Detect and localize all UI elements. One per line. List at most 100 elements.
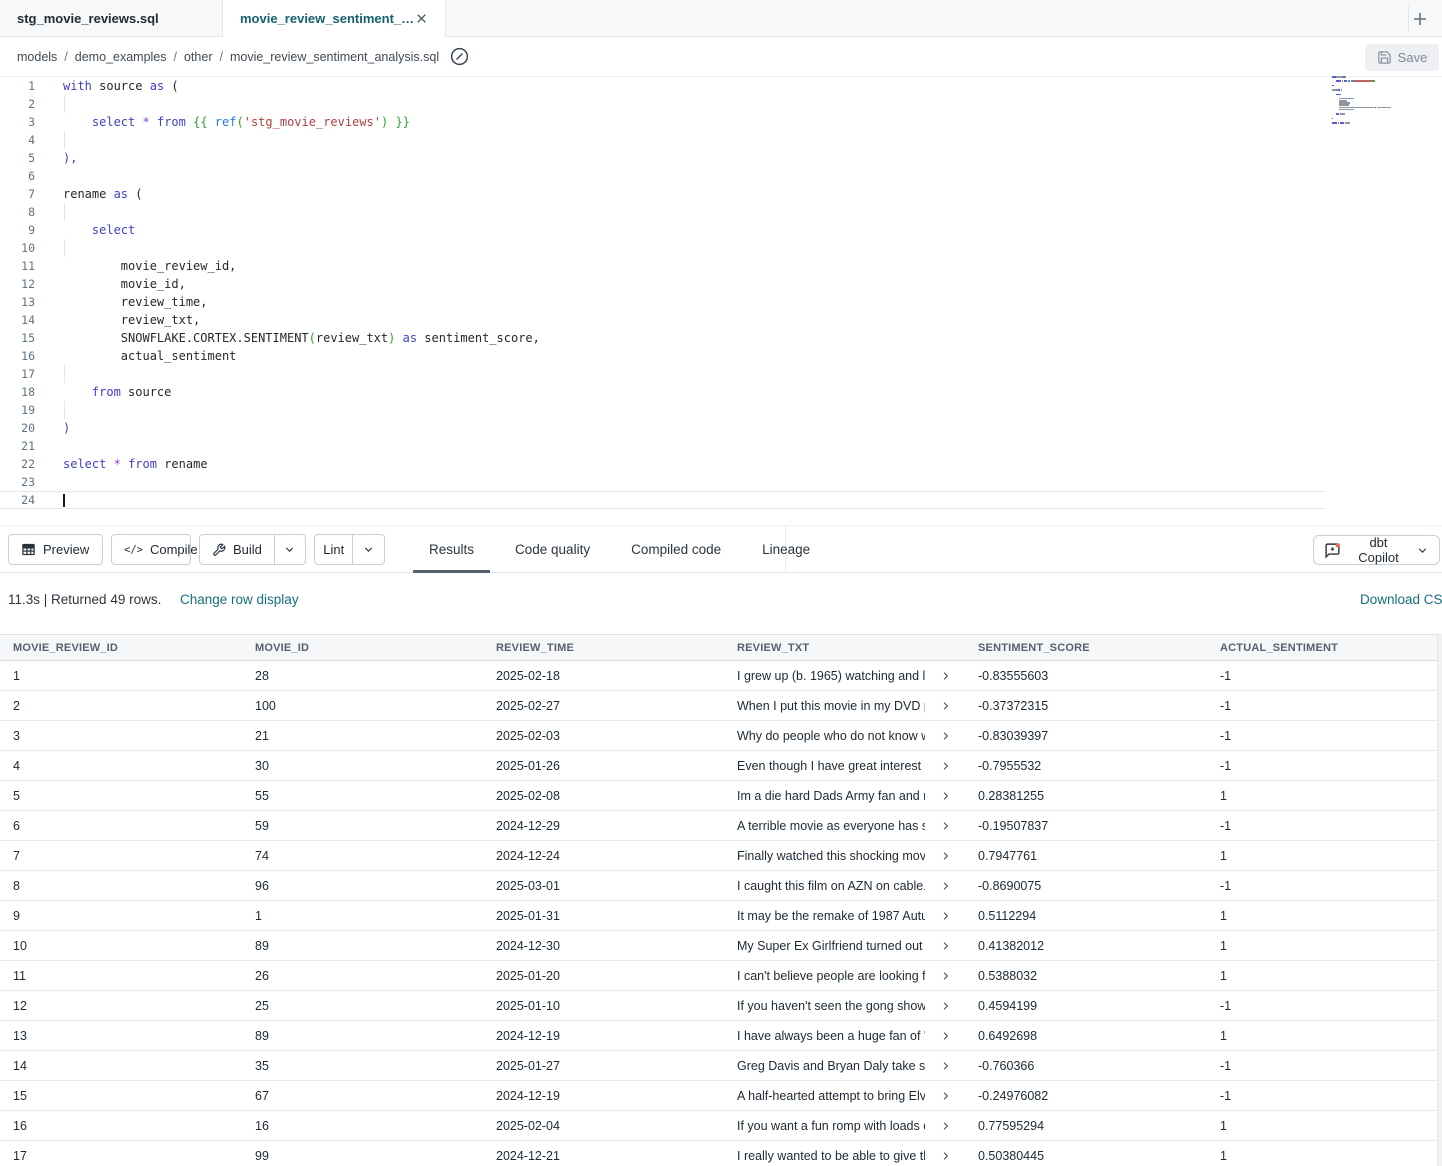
expand-row-icon[interactable] (940, 1150, 951, 1161)
code-editor[interactable]: 1with source as (23 select * from {{ ref… (0, 77, 1442, 525)
text-cursor (63, 494, 65, 507)
results-tab-code-quality[interactable]: Code quality (499, 526, 606, 572)
cell-sentiment_score: -0.760366 (965, 1051, 1207, 1080)
line-number: 17 (0, 365, 35, 383)
expand-row-icon[interactable] (940, 1030, 951, 1041)
results-tab-results[interactable]: Results (413, 526, 490, 572)
lint-button[interactable]: Lint (315, 535, 352, 564)
results-tab-label: Lineage (762, 542, 810, 557)
file-tab-stg-movie-reviews[interactable]: stg_movie_reviews.sql (0, 0, 223, 36)
column-header: MOVIE_REVIEW_ID (0, 635, 242, 660)
change-row-display-link[interactable]: Change row display (180, 592, 299, 607)
cell-review_txt: Greg Davis and Bryan Daly take some … (724, 1051, 965, 1080)
editor-minimap[interactable] (1332, 76, 1402, 136)
code-text: select * from rename (35, 455, 208, 473)
dbt-copilot-button[interactable]: dbt Copilot (1313, 535, 1440, 565)
minimap-gap (1332, 109, 1339, 111)
expand-row-icon[interactable] (940, 850, 951, 861)
lint-dropdown-button[interactable] (352, 535, 384, 564)
code-text: from source (35, 383, 171, 401)
build-button[interactable]: Build (200, 535, 274, 564)
cell-review_txt: I have always been a huge fan of "Hom… (724, 1021, 965, 1050)
build-dropdown-button[interactable] (274, 535, 305, 564)
table-scrollbar[interactable] (1437, 634, 1442, 1166)
cell-movie_review_id: 2 (0, 691, 242, 720)
cell-review_txt: Im a die hard Dads Army fan and nothi… (724, 781, 965, 810)
new-tab-button[interactable] (1408, 7, 1432, 31)
preview-button[interactable]: Preview (8, 534, 103, 565)
expand-row-icon[interactable] (940, 700, 951, 711)
expand-row-icon[interactable] (940, 970, 951, 981)
cell-movie_review_id: 11 (0, 961, 242, 990)
line-number: 6 (0, 167, 35, 185)
results-table: MOVIE_REVIEW_IDMOVIE_IDREVIEW_TIMEREVIEW… (0, 634, 1442, 1166)
cell-movie_review_id: 17 (0, 1141, 242, 1166)
results-tabs: Results Code qualityCompiled code Lineage (413, 526, 835, 572)
minimap-segment (1339, 109, 1353, 111)
cell-review_time: 2024-12-21 (483, 1141, 724, 1166)
code-token: select (92, 115, 135, 129)
line-number: 9 (0, 221, 35, 239)
copilot-sparkle-icon (1324, 542, 1341, 559)
expand-row-icon[interactable] (940, 730, 951, 741)
code-token: SNOWFLAKE.CORTEX.SENTIMENT (63, 331, 309, 345)
expand-row-icon[interactable] (940, 910, 951, 921)
results-tab-label: Results (429, 542, 474, 557)
expand-row-icon[interactable] (940, 1000, 951, 1011)
code-token (150, 115, 157, 129)
compile-button[interactable]: </> Compile (111, 534, 191, 565)
close-tab-icon[interactable] (415, 12, 428, 25)
results-tab-lineage[interactable]: Lineage (746, 526, 826, 572)
code-line: 7rename as ( (0, 185, 1325, 203)
code-token (63, 223, 92, 237)
cell-movie_id: 25 (242, 991, 483, 1020)
column-header: REVIEW_TIME (483, 635, 724, 660)
code-token: as (114, 187, 128, 201)
expand-row-icon[interactable] (940, 1090, 951, 1101)
cell-movie_review_id: 4 (0, 751, 242, 780)
breadcrumb-item-3[interactable]: other (184, 50, 213, 64)
expand-row-icon[interactable] (940, 1120, 951, 1131)
dbt-copilot-label: dbt Copilot (1348, 535, 1409, 565)
file-tab-movie-review-sentiment[interactable]: movie_review_sentiment_… (223, 0, 446, 37)
code-token (121, 457, 128, 471)
expand-row-icon[interactable] (940, 760, 951, 771)
column-header: ACTUAL_SENTIMENT (1207, 635, 1442, 660)
cell-review_txt: Even though I have great interest in Bi… (724, 751, 965, 780)
code-line: 5), (0, 149, 1325, 167)
expand-row-icon[interactable] (940, 1060, 951, 1071)
code-text (35, 203, 63, 221)
code-token: select (63, 457, 106, 471)
expand-row-icon[interactable] (940, 880, 951, 891)
file-tab-bar: stg_movie_reviews.sql movie_review_senti… (0, 0, 1442, 37)
chevron-down-icon (362, 543, 375, 556)
table-row: 17992024-12-21I really wanted to be able… (0, 1141, 1442, 1166)
code-line: 19 (0, 401, 1325, 419)
code-token (63, 115, 92, 129)
breadcrumb-item-1[interactable]: models (17, 50, 57, 64)
cell-actual_sentiment: 1 (1207, 961, 1442, 990)
minimap-segment (1336, 94, 1341, 96)
code-line: 20) (0, 419, 1325, 437)
cell-movie_review_id: 8 (0, 871, 242, 900)
download-csv-link[interactable]: Download CSV (1360, 592, 1442, 607)
expand-row-icon[interactable] (940, 670, 951, 681)
table-row: 3212025-02-03Why do people who do not kn… (0, 721, 1442, 751)
cell-movie_review_id: 5 (0, 781, 242, 810)
cell-sentiment_score: 0.50380445 (965, 1141, 1207, 1166)
cell-movie_review_id: 10 (0, 931, 242, 960)
code-token: ), (63, 151, 77, 165)
file-pencil-icon[interactable] (449, 46, 470, 67)
results-tab-compiled-code[interactable]: Compiled code (615, 526, 737, 572)
breadcrumb-item-2[interactable]: demo_examples (75, 50, 167, 64)
expand-row-icon[interactable] (940, 790, 951, 801)
code-line: 21 (0, 437, 1325, 455)
expand-row-icon[interactable] (940, 940, 951, 951)
line-number: 1 (0, 77, 35, 95)
save-button[interactable]: Save (1365, 44, 1439, 71)
expand-row-icon[interactable] (940, 820, 951, 831)
chevron-down-icon (1416, 544, 1429, 557)
code-token: actual_sentiment (63, 349, 236, 363)
table-row: 4302025-01-26Even though I have great in… (0, 751, 1442, 781)
code-token: review_txt, (63, 313, 200, 327)
